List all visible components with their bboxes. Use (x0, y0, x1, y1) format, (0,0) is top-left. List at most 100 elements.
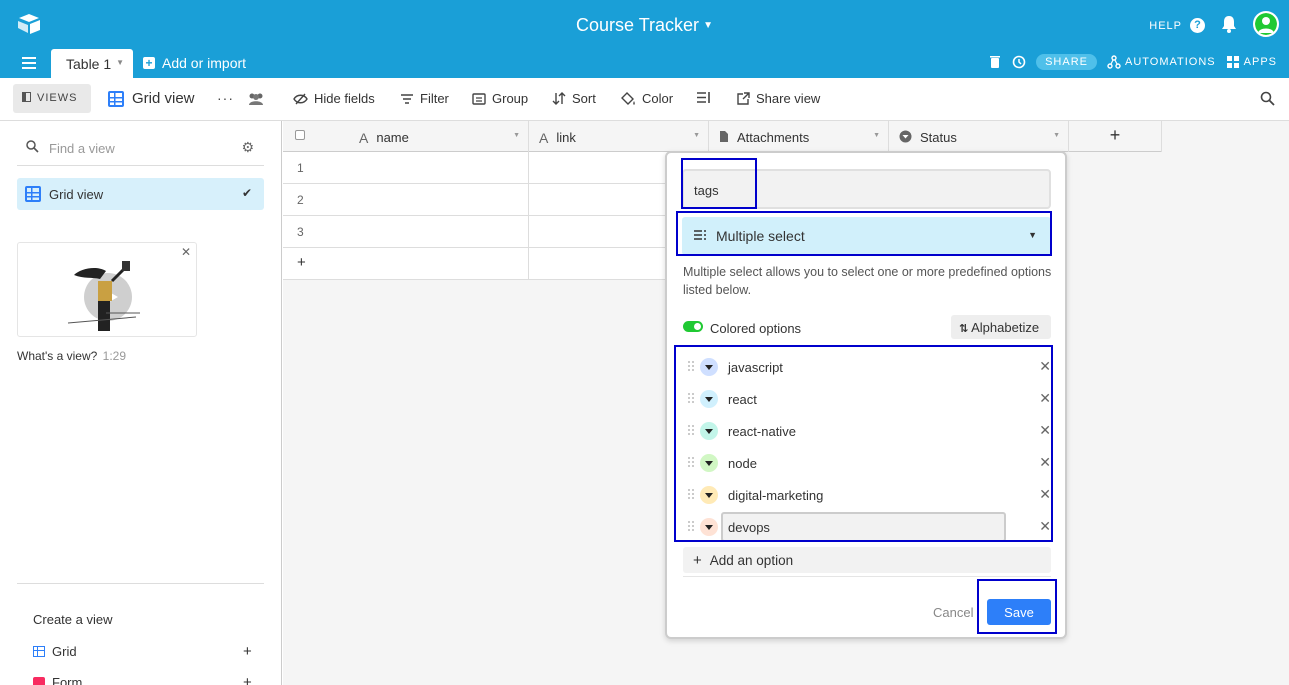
collaborators-icon[interactable] (247, 92, 265, 106)
search-icon[interactable] (1260, 91, 1275, 106)
add-field-button[interactable]: + (1069, 121, 1162, 152)
chevron-down-icon[interactable]: ▼ (693, 132, 700, 139)
drag-handle-icon[interactable] (687, 456, 695, 468)
option-label[interactable]: react-native (728, 424, 796, 439)
remove-option-icon[interactable]: ✕ (1039, 358, 1051, 375)
option-item[interactable]: react ✕ (677, 383, 1053, 415)
select-all-checkbox[interactable] (295, 130, 305, 140)
history-icon[interactable] (1012, 55, 1026, 69)
create-form-view-button[interactable]: Form + (33, 674, 252, 685)
option-color-picker[interactable] (700, 390, 718, 408)
base-title[interactable]: Course Tracker ▼ (0, 15, 1289, 36)
base-title-text[interactable]: Course Tracker (576, 15, 699, 35)
share-button[interactable]: SHARE (1036, 54, 1097, 70)
option-color-picker[interactable] (700, 422, 718, 440)
help-button[interactable]: HELP ? (1149, 18, 1205, 33)
option-label[interactable]: devops (728, 520, 770, 535)
column-header-name[interactable]: A name ▼ (283, 121, 529, 152)
option-item[interactable]: react-native ✕ (677, 415, 1053, 447)
drag-handle-icon[interactable] (687, 488, 695, 500)
option-label[interactable]: react (728, 392, 757, 407)
sort-button[interactable]: Sort (552, 91, 596, 106)
apps-icon (1226, 56, 1239, 68)
menu-icon[interactable] (22, 57, 36, 69)
remove-option-icon[interactable]: ✕ (1039, 390, 1051, 407)
option-label[interactable]: digital-marketing (728, 488, 823, 503)
sidebar-item-grid-view[interactable]: Grid view ✔ (17, 178, 264, 210)
apps-label: APPS (1243, 56, 1277, 68)
drag-handle-icon[interactable] (687, 392, 695, 404)
view-toolbar: VIEWS Grid view ··· Hide fields Filter G… (0, 78, 1289, 121)
remove-option-icon[interactable]: ✕ (1039, 518, 1051, 535)
tab-table-1[interactable]: Table 1 ▼ (51, 49, 133, 78)
row-height-button[interactable] (696, 91, 711, 104)
column-label: link (556, 130, 576, 145)
automations-label: AUTOMATIONS (1124, 56, 1216, 68)
find-view-placeholder: Find a view (49, 141, 115, 156)
remove-option-icon[interactable]: ✕ (1039, 422, 1051, 439)
checkmark-icon: ✔ (241, 186, 252, 200)
color-button[interactable]: Color (620, 91, 673, 106)
column-header-link[interactable]: A link ▼ (529, 121, 709, 152)
hide-fields-button[interactable]: Hide fields (293, 91, 375, 106)
field-type-select[interactable]: Multiple select ▼ (682, 217, 1051, 255)
column-label: Status (920, 130, 957, 145)
field-name-input[interactable]: tags (682, 169, 1051, 209)
remove-option-icon[interactable]: ✕ (1039, 486, 1051, 503)
apps-button[interactable]: APPS (1226, 55, 1277, 69)
option-label[interactable]: javascript (728, 360, 783, 375)
view-menu-icon[interactable]: ··· (217, 90, 234, 106)
chevron-down-icon[interactable]: ▼ (703, 20, 713, 31)
user-avatar[interactable] (1253, 11, 1279, 37)
sort-label: Sort (572, 91, 596, 106)
views-toggle-button[interactable]: VIEWS (13, 84, 91, 113)
chevron-down-icon[interactable]: ▼ (1053, 132, 1060, 139)
plus-icon[interactable]: + (243, 643, 252, 660)
save-button[interactable]: Save (987, 599, 1051, 625)
option-item[interactable]: node ✕ (677, 447, 1053, 479)
automations-button[interactable]: AUTOMATIONS (1107, 55, 1216, 69)
option-color-picker[interactable] (700, 454, 718, 472)
remove-option-icon[interactable]: ✕ (1039, 454, 1051, 471)
video-duration: 1:29 (102, 349, 127, 363)
cancel-button[interactable]: Cancel (933, 605, 973, 620)
chevron-down-icon[interactable]: ▼ (513, 132, 520, 139)
group-button[interactable]: Group (472, 91, 528, 106)
column-header-status[interactable]: Status ▼ (889, 121, 1069, 152)
row-height-icon (697, 92, 710, 103)
add-option-button[interactable]: + Add an option (683, 547, 1051, 573)
column-header-attachments[interactable]: Attachments ▼ (709, 121, 889, 152)
current-view-title[interactable]: Grid view (108, 90, 195, 107)
drag-handle-icon[interactable] (687, 424, 695, 436)
trash-icon[interactable] (988, 55, 1002, 69)
find-view-field[interactable]: Find a view ⚙ (17, 130, 264, 166)
drag-handle-icon[interactable] (687, 360, 695, 372)
plus-icon[interactable]: + (243, 674, 252, 685)
option-item[interactable]: devops ✕ (677, 511, 1053, 543)
sidebar-item-label: Grid view (49, 186, 104, 202)
option-color-picker[interactable] (700, 486, 718, 504)
add-or-import-button[interactable]: + Add or import (143, 55, 246, 71)
create-grid-view-button[interactable]: Grid + (33, 643, 252, 660)
drag-handle-icon[interactable] (687, 520, 695, 532)
option-label[interactable]: node (728, 456, 757, 471)
colored-options-toggle[interactable] (683, 321, 703, 332)
option-color-picker[interactable] (700, 358, 718, 376)
search-icon (26, 140, 39, 153)
video-caption[interactable]: What's a view? 1:29 (17, 349, 126, 363)
bell-icon[interactable] (1221, 15, 1237, 33)
sidebar-toggle-icon (22, 92, 31, 102)
option-item[interactable]: digital-marketing ✕ (677, 479, 1053, 511)
chevron-down-icon[interactable]: ▼ (116, 58, 124, 67)
option-color-picker[interactable] (700, 518, 718, 536)
filter-button[interactable]: Filter (400, 91, 449, 106)
chevron-down-icon[interactable]: ▼ (873, 132, 880, 139)
plus-icon: + (283, 248, 529, 279)
alphabetize-button[interactable]: ⇅ Alphabetize (951, 315, 1051, 339)
close-icon[interactable]: ✕ (181, 245, 191, 259)
video-thumbnail[interactable]: ✕ (17, 242, 197, 337)
option-item[interactable]: javascript ✕ (677, 351, 1053, 383)
share-view-button[interactable]: Share view (737, 91, 820, 106)
text-field-icon: A (359, 130, 369, 146)
gear-icon[interactable]: ⚙ (241, 139, 254, 156)
